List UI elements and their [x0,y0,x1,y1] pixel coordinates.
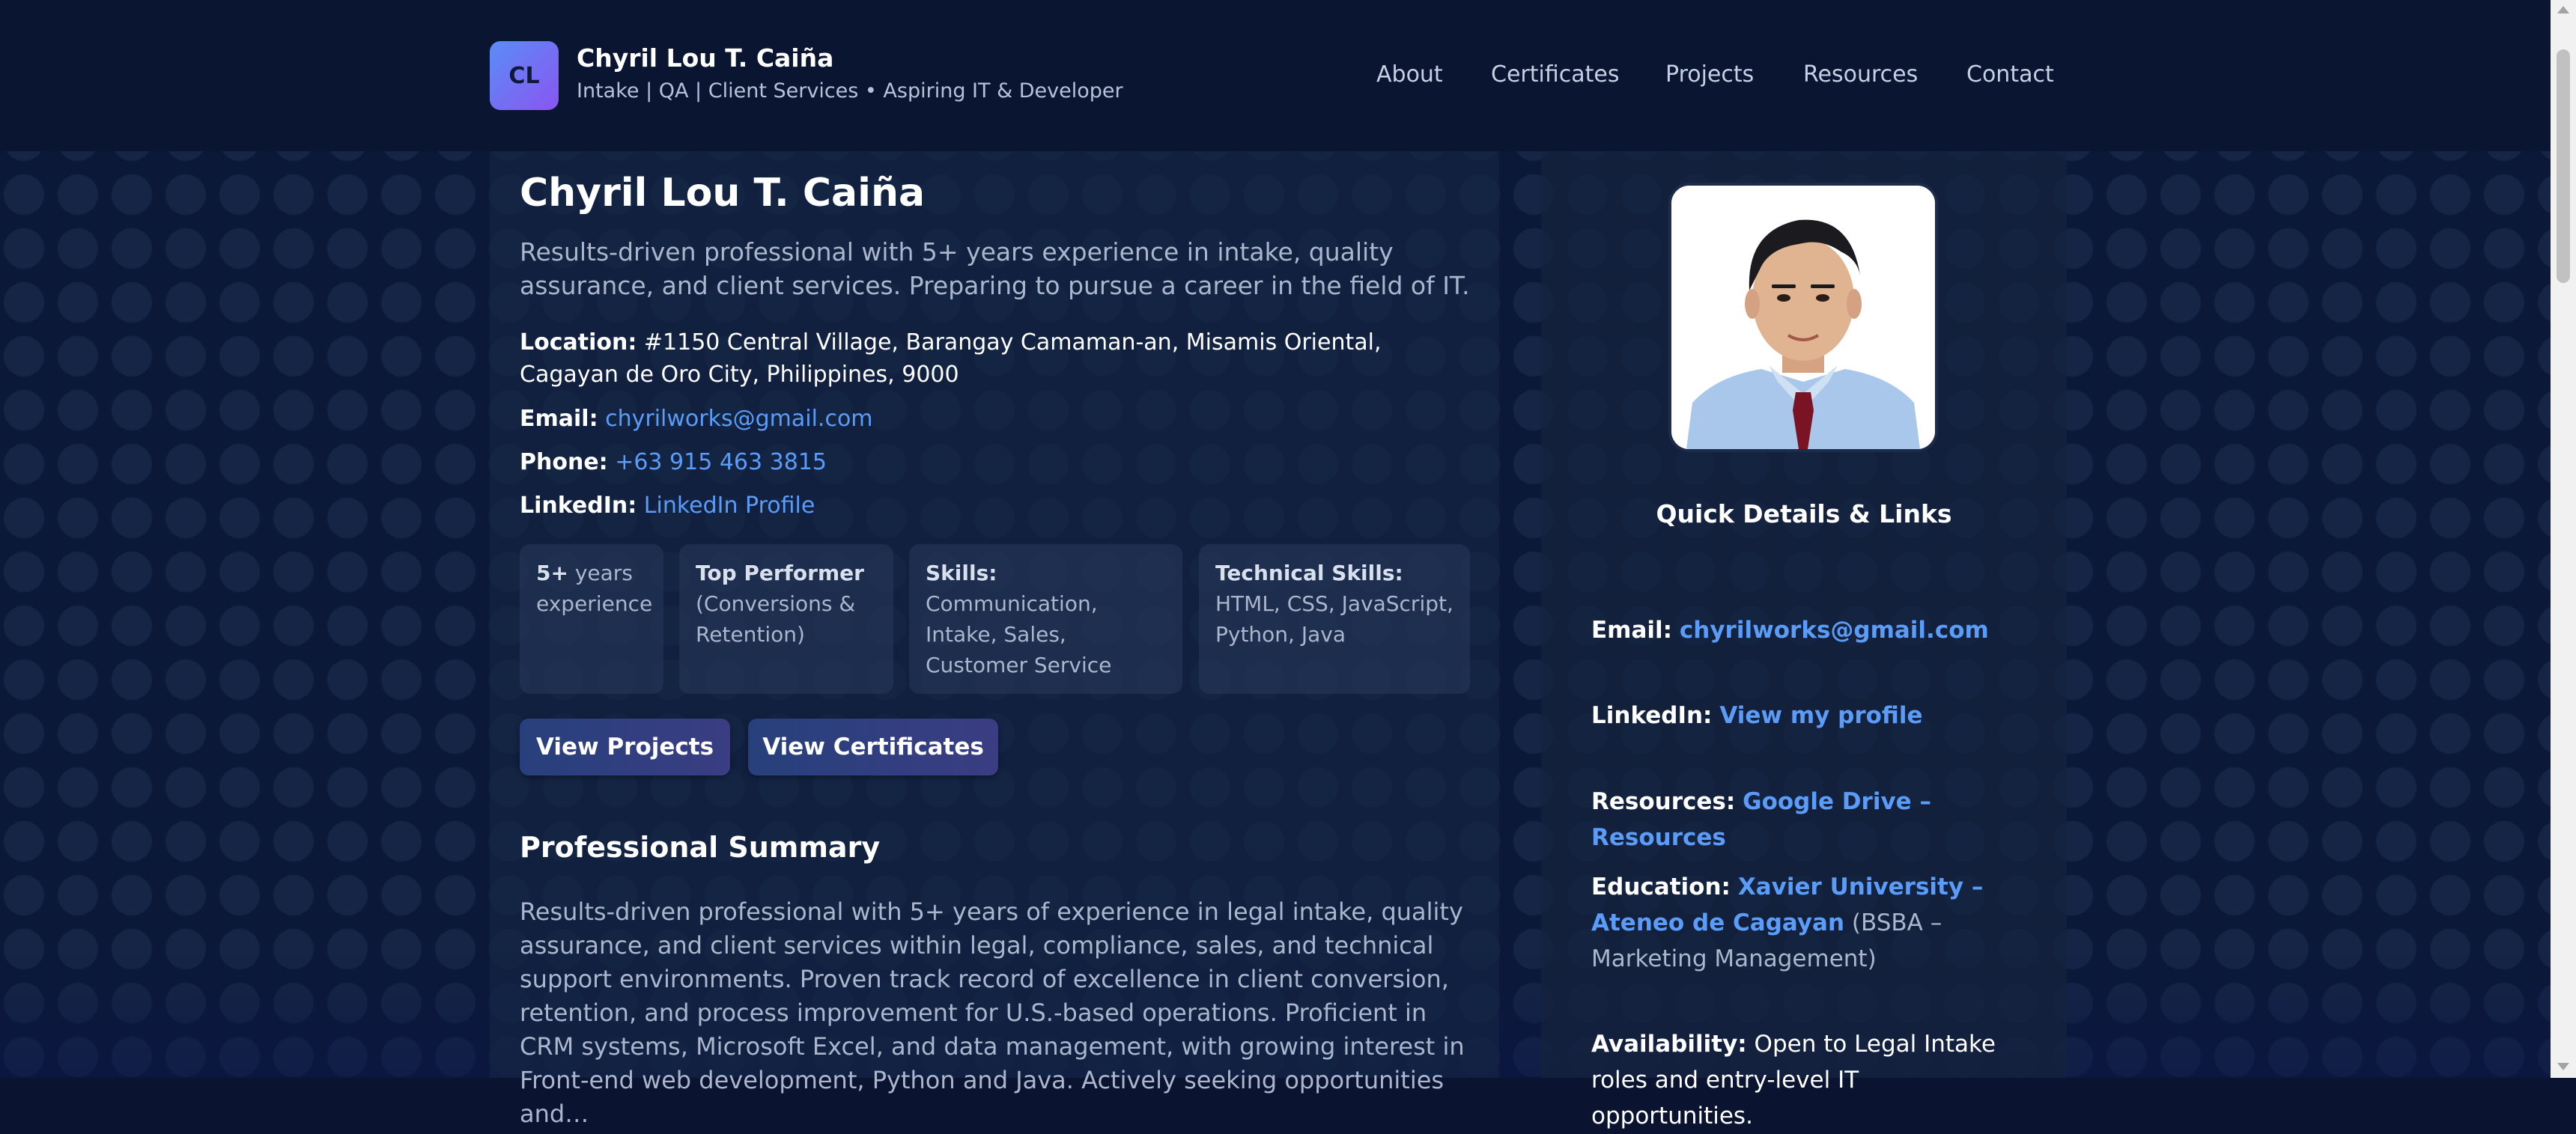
location-row: Location: #1150 Central Village, Baranga… [520,326,1486,391]
nav-projects[interactable]: Projects [1665,61,1754,88]
stat-skills-bold: Skills: [926,561,997,585]
sidebar-availability-label: Availability: [1591,1031,1747,1058]
scroll-down-arrow-icon[interactable] [2557,1063,2569,1070]
phone-row: Phone: +63 915 463 3815 [520,446,1486,478]
linkedin-label: LinkedIn: [520,493,637,519]
linkedin-row: LinkedIn: LinkedIn Profile [520,490,1486,522]
sidebar-email-row: Email: chyrilworks@gmail.com [1591,612,2018,648]
linkedin-link[interactable]: LinkedIn Profile [644,493,815,519]
stat-technical-skills-bold: Technical Skills: [1215,561,1403,585]
stat-skills: Skills: Communication, Intake, Sales, Cu… [909,544,1182,694]
location-label: Location: [520,329,637,356]
logo-badge[interactable]: CL [490,41,559,110]
sidebar-resources-row: Resources: Google Drive – Resources [1591,784,2018,856]
stat-skills-text: Communication, Intake, Sales, Customer S… [926,591,1112,677]
brand-name[interactable]: Chyril Lou T. Caiña [577,43,833,73]
stat-top-performer-bold: Top Performer [696,561,864,585]
phone-label: Phone: [520,449,608,475]
view-certificates-button[interactable]: View Certificates [748,719,998,775]
professional-summary-text: Results-driven professional with 5+ year… [520,897,1465,1128]
sidebar-education-label: Education: [1591,874,1731,900]
view-projects-button[interactable]: View Projects [520,719,730,775]
stat-experience: 5+ years experience [520,544,663,694]
stat-technical-skills-text: HTML, CSS, JavaScript, Python, Java [1215,591,1453,647]
sidebar-email-link[interactable]: chyrilworks@gmail.com [1680,617,1989,644]
nav-resources[interactable]: Resources [1803,61,1918,88]
profile-photo-icon [1671,186,1935,449]
nav-contact[interactable]: Contact [1966,61,2054,88]
profile-photo [1668,183,1938,452]
email-row: Email: chyrilworks@gmail.com [520,403,1486,435]
sidebar-availability-row: Availability: Open to Legal Intake roles… [1591,1026,2018,1134]
nav-certificates[interactable]: Certificates [1491,61,1619,88]
stat-technical-skills: Technical Skills: HTML, CSS, JavaScript,… [1199,544,1470,694]
sidebar-education-row: Education: Xavier University – Ateneo de… [1591,869,2018,977]
profile-lead: Results-driven professional with 5+ year… [520,237,1470,300]
professional-summary-heading: Professional Summary [520,831,881,864]
stat-top-performer-text: (Conversions & Retention) [696,591,856,647]
scrollbar-thumb[interactable] [2557,49,2570,283]
profile-heading: Chyril Lou T. Caiña [520,171,926,216]
quick-details-title: Quick Details & Links [1656,499,1952,528]
nav-about[interactable]: About [1376,61,1443,88]
sidebar-linkedin-label: LinkedIn: [1591,702,1713,729]
stat-experience-bold: 5+ [536,561,568,585]
phone-link[interactable]: +63 915 463 3815 [615,449,827,475]
stat-top-performer: Top Performer (Conversions & Retention) [679,544,893,694]
email-label: Email: [520,406,598,432]
email-link[interactable]: chyrilworks@gmail.com [605,406,872,432]
top-navbar [0,0,2551,151]
sidebar-resources-label: Resources: [1591,788,1736,815]
sidebar-email-label: Email: [1591,617,1673,644]
sidebar-linkedin-row: LinkedIn: View my profile [1591,698,2018,734]
brand-tagline: Intake | QA | Client Services • Aspiring… [577,79,1123,103]
location-value: #1150 Central Village, Barangay Camaman-… [520,329,1382,388]
sidebar-linkedin-link[interactable]: View my profile [1719,702,1922,729]
scroll-up-arrow-icon[interactable] [2557,6,2569,13]
